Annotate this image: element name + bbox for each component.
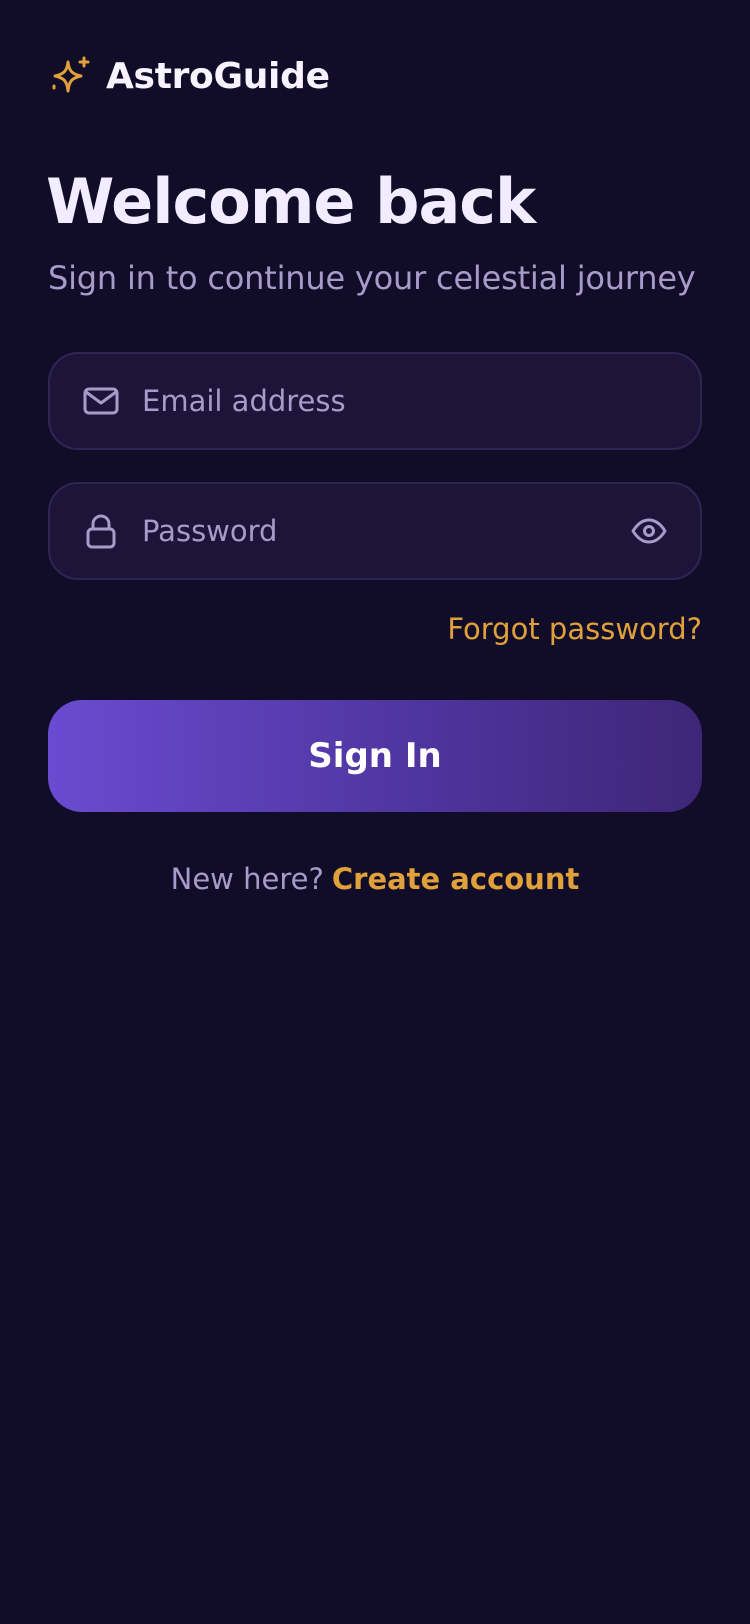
login-screen: AstroGuide Welcome back Sign in to conti… bbox=[0, 0, 750, 1624]
eye-icon[interactable] bbox=[630, 512, 668, 550]
mail-icon bbox=[82, 382, 120, 420]
sign-in-button[interactable]: Sign In bbox=[48, 700, 702, 812]
lock-icon bbox=[82, 512, 120, 550]
brand-header: AstroGuide bbox=[48, 52, 330, 100]
password-input[interactable] bbox=[142, 484, 622, 578]
signup-prompt: New here? Create account bbox=[0, 862, 750, 896]
forgot-password-link[interactable]: Forgot password? bbox=[447, 612, 702, 646]
sparkle-icon bbox=[48, 54, 92, 98]
password-field[interactable] bbox=[48, 482, 702, 580]
page-subtitle: Sign in to continue your celestial journ… bbox=[48, 259, 696, 297]
email-input[interactable] bbox=[142, 354, 622, 448]
email-field[interactable] bbox=[48, 352, 702, 450]
app-name: AstroGuide bbox=[106, 55, 330, 97]
new-here-text: New here? bbox=[170, 862, 324, 896]
create-account-link[interactable]: Create account bbox=[332, 862, 579, 896]
page-title: Welcome back bbox=[46, 165, 536, 238]
